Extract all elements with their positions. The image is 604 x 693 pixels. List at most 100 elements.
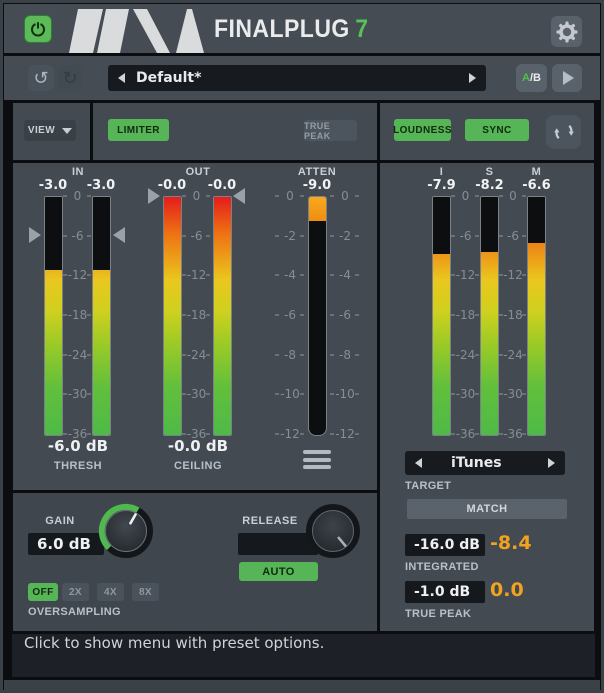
gain-value: 6.0 dB — [37, 535, 91, 553]
m-meter — [527, 196, 546, 436]
power-icon — [30, 21, 46, 37]
out-meter-scale: 0-6 -12-18 -24-30 -36 — [182, 196, 211, 434]
oversampling-8x-button[interactable]: 8X — [132, 583, 159, 601]
true-peak-target-field[interactable]: -1.0 dB — [405, 581, 485, 603]
release-label: RELEASE — [227, 515, 313, 527]
refresh-icon — [553, 121, 575, 143]
gain-value-field[interactable]: 6.0 dB — [28, 533, 104, 555]
out-meter-right — [213, 196, 232, 436]
oversampling-4x-label: 4X — [104, 587, 117, 598]
preset-play-button[interactable] — [552, 64, 582, 92]
ceiling-marker-right-icon[interactable] — [233, 188, 245, 204]
out-meter-left — [163, 196, 182, 436]
atten-scale-right: 0-2 -4-6 -8-10 -12 — [330, 196, 360, 434]
power-button[interactable] — [24, 15, 52, 43]
momentary-meter-label: M — [513, 166, 560, 178]
release-knob[interactable] — [305, 503, 361, 559]
oversampling-2x-button[interactable]: 2X — [62, 583, 89, 601]
atten-meter-label: ATTEN — [273, 166, 361, 178]
true-peak-readout: 0.0 — [490, 579, 524, 601]
oversampling-4x-button[interactable]: 4X — [97, 583, 124, 601]
loudness-meter-panel: I S M -7.9 -8.2 -6.6 0-6 -12-18 -24-30 -… — [380, 163, 594, 631]
in-meter-left — [44, 196, 63, 436]
in-meter-label: IN — [33, 166, 123, 178]
title-version: 7 — [355, 15, 368, 43]
true-peak-target-value: -1.0 dB — [414, 584, 470, 600]
true-peak-toggle[interactable]: TRUE PEAK — [304, 120, 357, 141]
preset-prev-icon[interactable] — [118, 73, 125, 83]
play-icon — [563, 71, 574, 85]
ceiling-caption: CEILING — [158, 460, 238, 472]
chevron-down-icon — [62, 128, 72, 134]
ceiling-readout: -0.0 dB — [158, 437, 238, 455]
undo-button[interactable]: ↺ — [28, 65, 54, 91]
true-peak-label: TRUE PEAK — [304, 121, 357, 141]
short-term-meter-label: S — [466, 166, 513, 178]
atten-scale-left: 0-2 -4-6 -8-10 -12 — [275, 196, 305, 434]
oversampling-8x-label: 8X — [139, 587, 152, 598]
oversampling-off-label: OFF — [32, 587, 53, 598]
target-prev-icon[interactable] — [415, 458, 422, 468]
target-selector[interactable]: iTunes — [405, 451, 565, 475]
thresh-readout: -6.0 dB — [38, 437, 118, 455]
match-button[interactable]: MATCH — [407, 499, 567, 519]
oversampling-2x-label: 2X — [69, 587, 82, 598]
loudness-label: LOUDNESS — [393, 125, 452, 136]
preset-next-icon[interactable] — [469, 73, 476, 83]
dynamics-panel: GAIN 6.0 dB RELEASE — [13, 493, 377, 631]
page-title: FINALPLUG7 — [214, 15, 369, 44]
true-peak-label: TRUE PEAK — [405, 608, 471, 620]
out-meter-label: OUT — [153, 166, 243, 178]
view-label: VIEW — [28, 125, 55, 136]
gear-icon — [556, 21, 578, 43]
auto-release-toggle[interactable]: AUTO — [239, 562, 318, 581]
auto-label: AUTO — [262, 566, 295, 578]
wave-arts-logo-icon — [68, 9, 205, 53]
target-next-icon[interactable] — [548, 458, 555, 468]
thresh-caption: THRESH — [38, 460, 118, 472]
preset-bar: ↺ ↻ Default* A/B — [4, 56, 600, 100]
target-value: iTunes — [451, 451, 502, 475]
loudness-toggle[interactable]: LOUDNESS — [394, 119, 451, 141]
integrated-target-field[interactable]: -16.0 dB — [405, 534, 485, 556]
reset-meters-button[interactable] — [546, 115, 581, 149]
integrated-meter-label: I — [418, 166, 465, 178]
gain-knob[interactable] — [98, 503, 154, 559]
limiter-toggle[interactable]: LIMITER — [108, 119, 169, 141]
integrated-label: INTEGRATED — [405, 561, 479, 573]
ab-b-label: /B — [530, 72, 541, 84]
limiter-label: LIMITER — [117, 125, 160, 136]
preset-selector[interactable]: Default* — [108, 65, 486, 91]
integrated-readout: -8.4 — [490, 532, 532, 554]
s-meter — [480, 196, 499, 436]
sync-label: SYNC — [482, 125, 511, 136]
gain-label: GAIN — [25, 515, 95, 527]
redo-button[interactable]: ↻ — [57, 65, 83, 91]
s-meter-scale: 0-6 -12-18 -24-30 -36 — [499, 196, 527, 434]
i-meter — [432, 196, 451, 436]
i-meter-scale: 0-6 -12-18 -24-30 -36 — [451, 196, 480, 434]
view-panel: VIEW — [13, 103, 90, 160]
thresh-marker-left-icon[interactable] — [29, 227, 41, 243]
title-text: FINALPLUG — [214, 15, 350, 43]
preset-name: Default* — [136, 65, 201, 91]
in-meter-scale: 0-6 -12-18 -24-30 -36 — [63, 196, 92, 434]
integrated-target-value: -16.0 dB — [414, 537, 480, 553]
meter-menu-button[interactable] — [303, 450, 331, 469]
settings-button[interactable] — [551, 16, 582, 47]
loudness-panel: LOUDNESS SYNC — [380, 103, 594, 160]
limiter-panel: LIMITER TRUE PEAK — [93, 103, 377, 160]
sync-toggle[interactable]: SYNC — [465, 119, 529, 141]
status-bar: Click to show menu with preset options. — [12, 634, 595, 677]
view-menu-button[interactable]: VIEW — [24, 120, 76, 141]
in-meter-right — [92, 196, 111, 436]
plugin-window: FINALPLUG7 ↺ ↻ — [0, 0, 604, 693]
thresh-marker-right-icon[interactable] — [113, 227, 125, 243]
bottom-strip — [4, 680, 600, 693]
status-message: Click to show menu with preset options. — [24, 634, 324, 677]
ab-compare-button[interactable]: A/B — [516, 64, 547, 92]
oversampling-off-button[interactable]: OFF — [28, 583, 58, 601]
ceiling-marker-left-icon[interactable] — [148, 188, 160, 204]
redo-icon: ↻ — [62, 68, 77, 89]
atten-meter — [308, 196, 327, 436]
